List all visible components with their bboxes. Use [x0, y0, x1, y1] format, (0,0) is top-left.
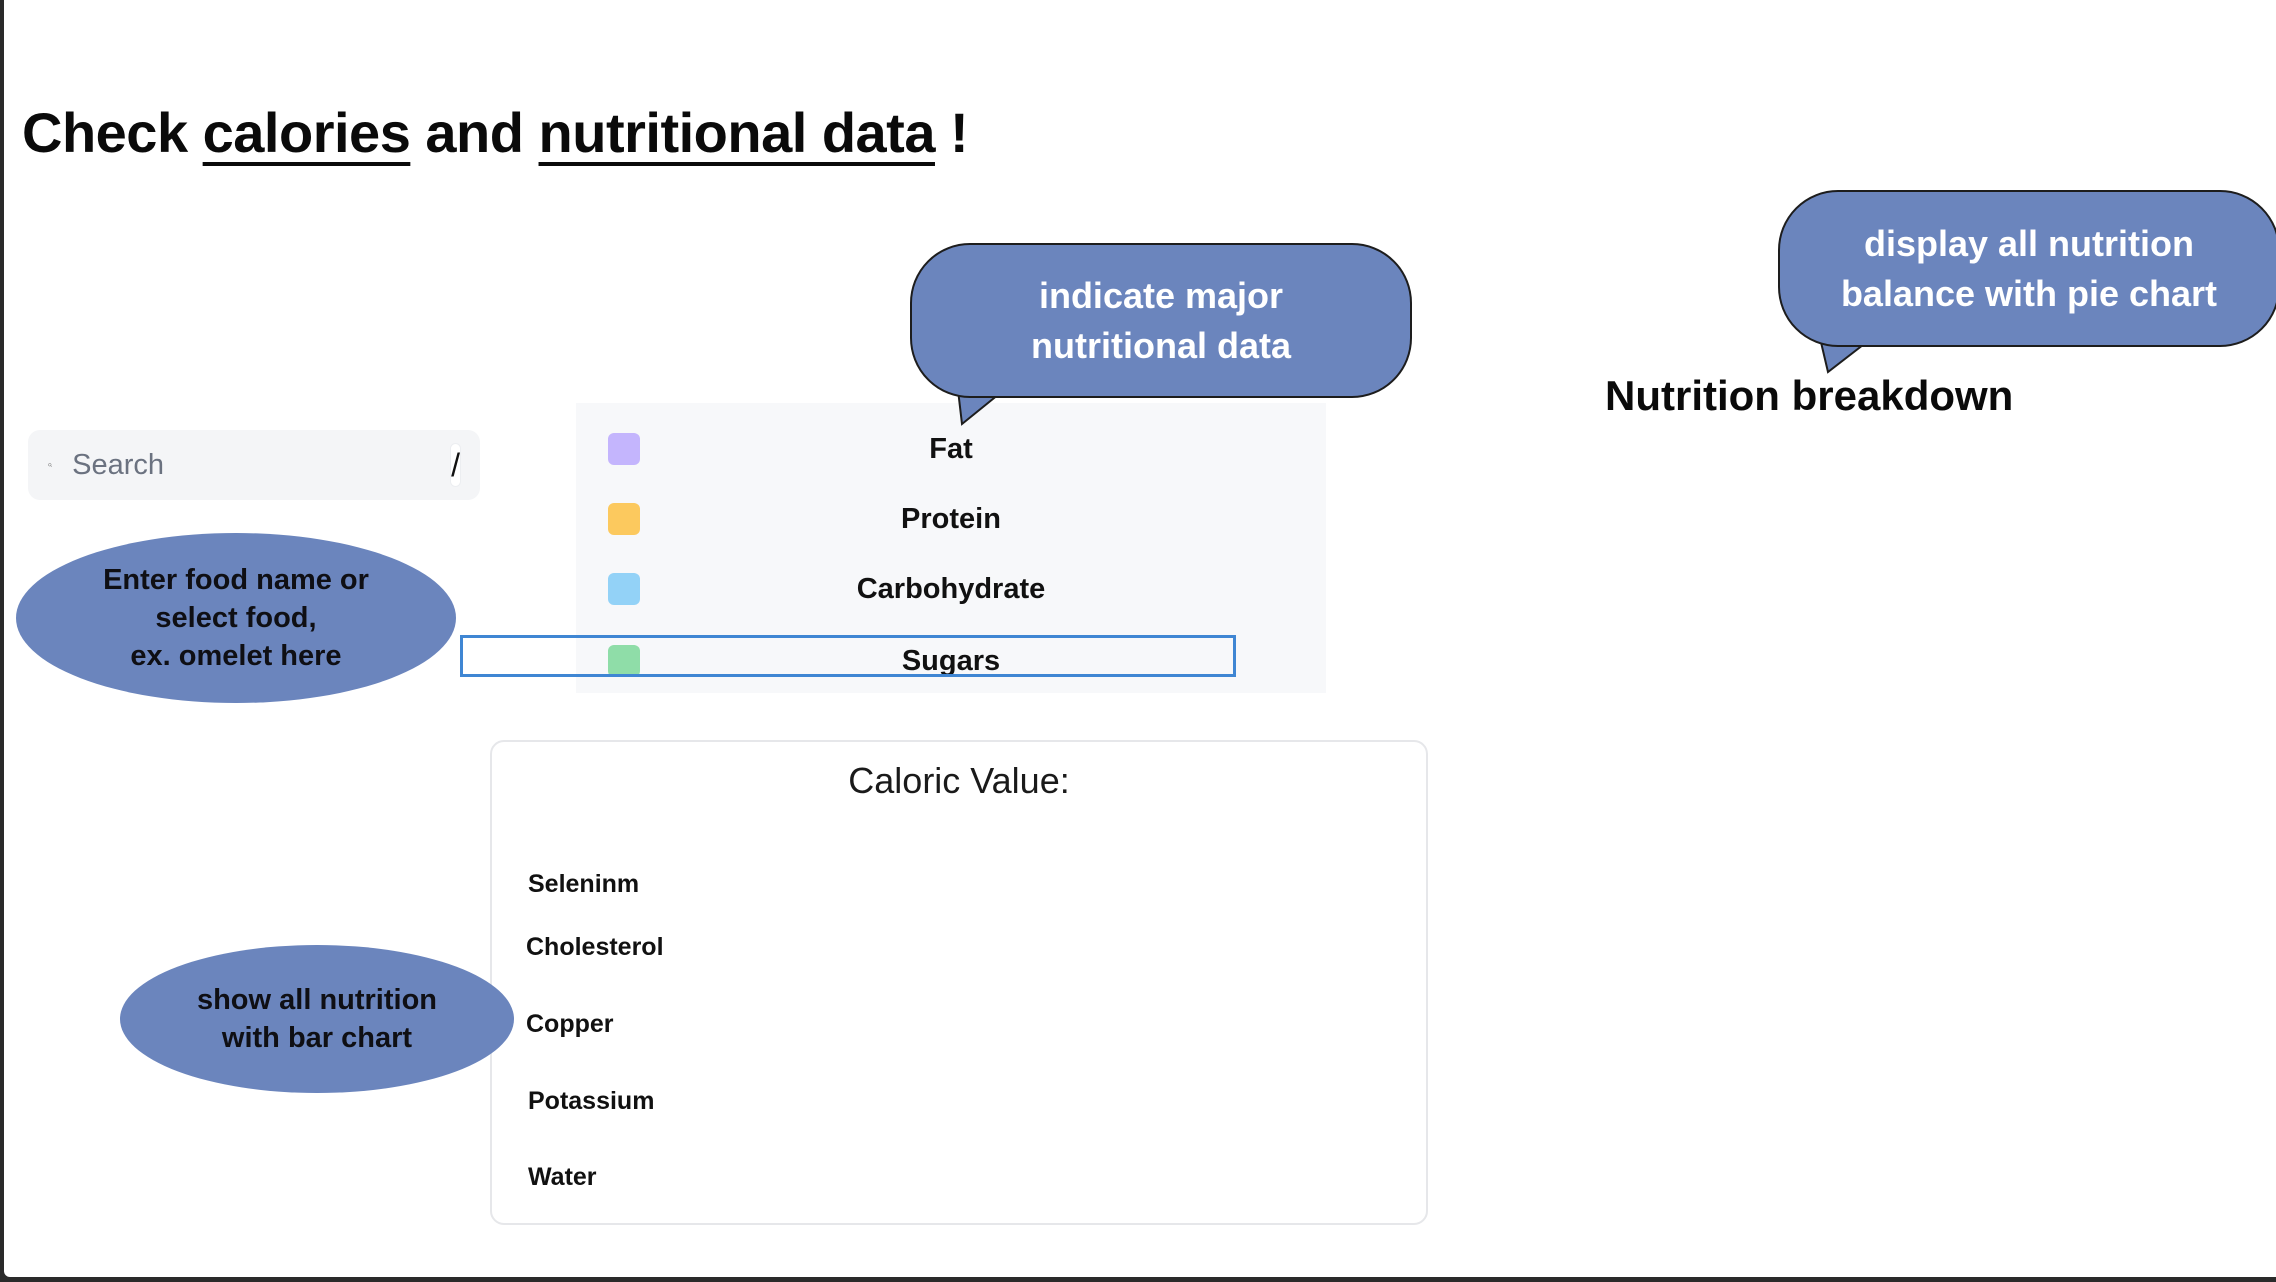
- title-nutritional-data: nutritional data: [538, 101, 936, 164]
- annotation-major-nutrition: indicate major nutritional data: [910, 243, 1412, 398]
- annotation-search: Enter food name or select food, ex. omel…: [16, 533, 456, 703]
- shortcut-key: /: [451, 444, 460, 486]
- bar-label-copper: Copper: [526, 1010, 614, 1038]
- caloric-value-title: Caloric Value:: [848, 760, 1070, 801]
- nutrition-breakdown-heading: Nutrition breakdown: [1605, 372, 2014, 419]
- page: Check calories and nutritional data ! / …: [4, 0, 2276, 1277]
- bar-label-water: Water: [528, 1163, 597, 1191]
- sugars-highlight: [460, 635, 1236, 677]
- title-calories: calories: [202, 101, 411, 164]
- legend-label: Carbohydrate: [856, 573, 1046, 605]
- search-input[interactable]: [70, 447, 452, 483]
- page-title: Check calories and nutritional data !: [22, 101, 969, 164]
- bar-label-potassium: Potassium: [528, 1087, 655, 1115]
- annotation-pie-chart: display all nutrition balance with pie c…: [1778, 190, 2276, 347]
- legend-item-carbohydrate[interactable]: Carbohydrate: [576, 559, 1326, 619]
- bar-label-selenium: Seleninm: [528, 870, 640, 898]
- search-bar[interactable]: /: [28, 430, 480, 500]
- annotation-bar-chart: show all nutrition with bar chart: [120, 945, 514, 1093]
- legend-item-fat[interactable]: Fat: [576, 419, 1326, 479]
- legend-label: Fat: [929, 433, 973, 465]
- caloric-value-card: Caloric Value: Seleninm Cholesterol Copp…: [490, 740, 1428, 1225]
- bar-label-cholesterol: Cholesterol: [526, 933, 664, 961]
- legend-label: Protein: [901, 503, 1001, 535]
- search-icon: [48, 463, 52, 467]
- legend-item-protein[interactable]: Protein: [576, 489, 1326, 549]
